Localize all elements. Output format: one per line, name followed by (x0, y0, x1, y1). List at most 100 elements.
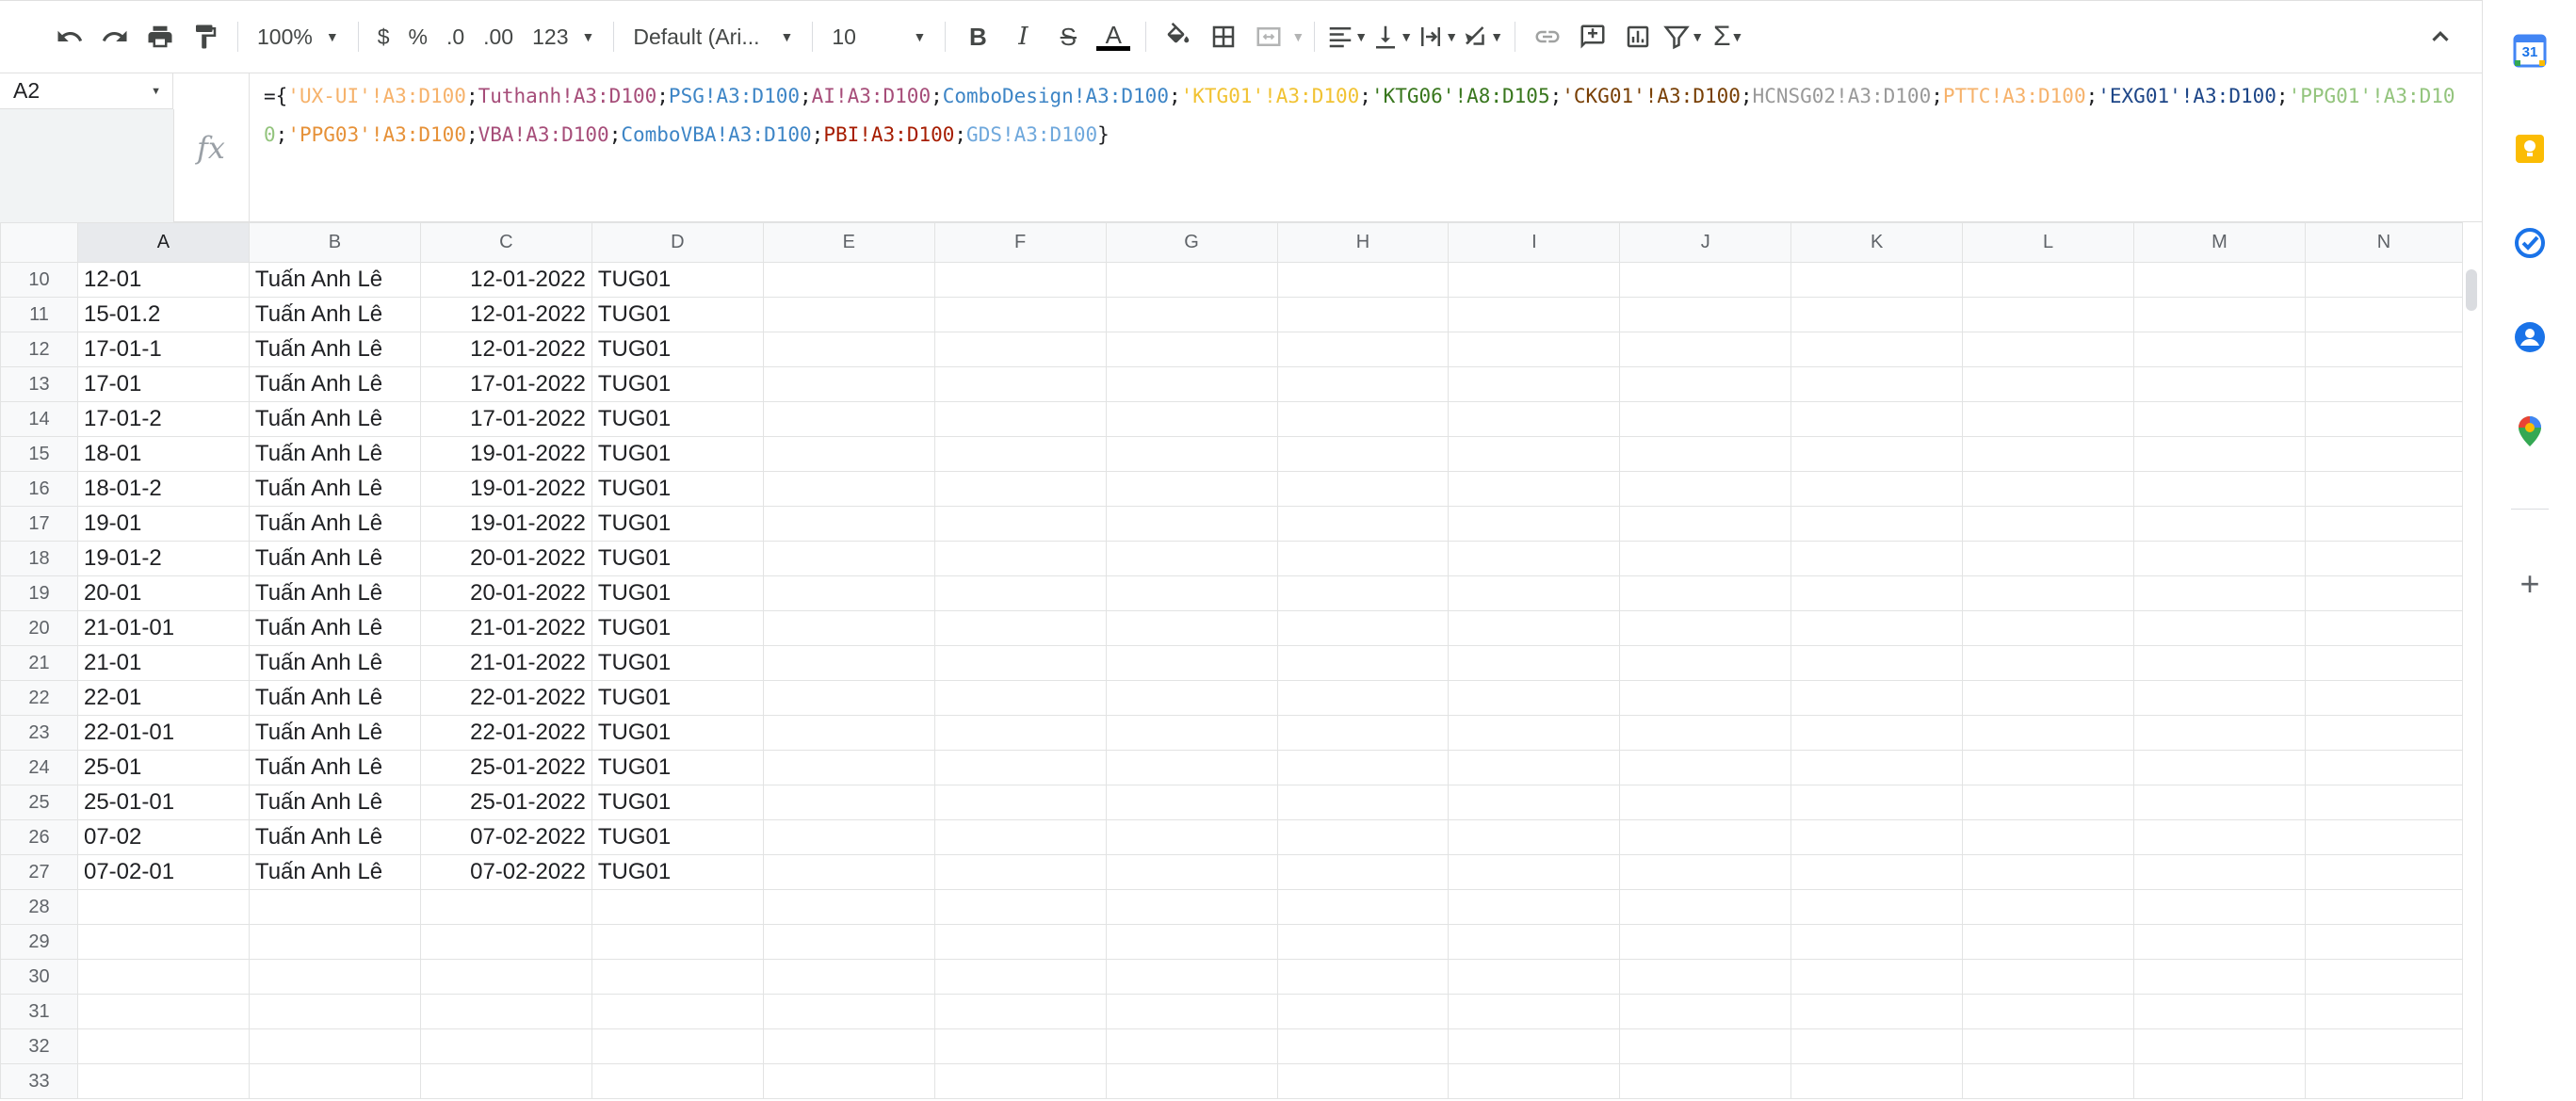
cell-empty[interactable] (2133, 541, 2306, 576)
vertical-align-icon[interactable]: ▼ (1369, 14, 1415, 59)
cell-empty[interactable] (2304, 750, 2463, 785)
cell-empty[interactable] (1448, 715, 1621, 751)
cell-empty[interactable] (2304, 819, 2463, 855)
cell-empty[interactable] (762, 332, 935, 367)
cell-empty[interactable] (762, 366, 935, 402)
cell-empty[interactable] (1276, 541, 1450, 576)
cell-empty[interactable] (1962, 680, 2135, 716)
cell-empty[interactable] (762, 1063, 935, 1099)
cell-empty[interactable] (2304, 506, 2463, 542)
cell-empty[interactable] (1790, 401, 1964, 437)
cell-empty[interactable] (1276, 854, 1450, 890)
cell-empty[interactable] (1276, 750, 1450, 785)
select-all-corner[interactable] (0, 222, 78, 263)
cell-empty[interactable] (2133, 401, 2306, 437)
cell-d[interactable]: TUG01 (591, 750, 764, 785)
cell-empty[interactable] (933, 750, 1107, 785)
cell-empty[interactable] (1962, 541, 2135, 576)
cell-empty[interactable] (1105, 1028, 1278, 1064)
cell-b[interactable]: Tuấn Anh Lê (248, 610, 421, 646)
cell-c[interactable]: 21-01-2022 (419, 645, 592, 681)
row-header[interactable]: 28 (0, 889, 78, 925)
cell-empty[interactable] (1276, 819, 1450, 855)
cell-empty[interactable] (1276, 506, 1450, 542)
cell-empty[interactable] (1619, 575, 1792, 611)
cell-a[interactable]: 22-01-01 (76, 715, 250, 751)
cell-a[interactable] (76, 924, 250, 960)
cell-empty[interactable] (762, 1028, 935, 1064)
cell-empty[interactable] (1448, 610, 1621, 646)
cell-empty[interactable] (933, 889, 1107, 925)
cell-c[interactable] (419, 1063, 592, 1099)
cell-c[interactable]: 22-01-2022 (419, 715, 592, 751)
cell-a[interactable]: 17-01 (76, 366, 250, 402)
name-box[interactable]: A2 ▼ (0, 73, 173, 109)
cell-c[interactable]: 21-01-2022 (419, 610, 592, 646)
cell-empty[interactable] (1105, 1063, 1278, 1099)
row-header[interactable]: 14 (0, 401, 78, 437)
cell-empty[interactable] (1962, 297, 2135, 332)
cell-d[interactable]: TUG01 (591, 506, 764, 542)
cell-empty[interactable] (1105, 715, 1278, 751)
cell-empty[interactable] (762, 401, 935, 437)
cell-empty[interactable] (1619, 401, 1792, 437)
cell-empty[interactable] (2304, 1028, 2463, 1064)
cell-empty[interactable] (1962, 471, 2135, 507)
row-header[interactable]: 18 (0, 541, 78, 576)
cell-empty[interactable] (2304, 1063, 2463, 1099)
cell-c[interactable]: 19-01-2022 (419, 471, 592, 507)
cell-d[interactable] (591, 924, 764, 960)
cell-empty[interactable] (1448, 750, 1621, 785)
cell-empty[interactable] (1790, 541, 1964, 576)
cell-empty[interactable] (2133, 1063, 2306, 1099)
cell-c[interactable] (419, 889, 592, 925)
row-header[interactable]: 27 (0, 854, 78, 890)
cell-empty[interactable] (1619, 541, 1792, 576)
cell-empty[interactable] (1448, 785, 1621, 820)
cell-empty[interactable] (1962, 889, 2135, 925)
cell-empty[interactable] (1790, 785, 1964, 820)
cell-empty[interactable] (1962, 854, 2135, 890)
cell-b[interactable]: Tuấn Anh Lê (248, 436, 421, 472)
cell-empty[interactable] (2304, 785, 2463, 820)
functions-icon[interactable]: Σ ▼ (1706, 14, 1751, 59)
cell-c[interactable]: 12-01-2022 (419, 297, 592, 332)
cell-empty[interactable] (1276, 785, 1450, 820)
cell-empty[interactable] (762, 750, 935, 785)
column-header-n[interactable]: N (2304, 222, 2463, 263)
cell-empty[interactable] (1962, 750, 2135, 785)
cell-b[interactable]: Tuấn Anh Lê (248, 854, 421, 890)
cell-empty[interactable] (1105, 680, 1278, 716)
cell-empty[interactable] (933, 366, 1107, 402)
row-header[interactable]: 20 (0, 610, 78, 646)
borders-icon[interactable] (1201, 14, 1246, 59)
cell-empty[interactable] (1448, 1028, 1621, 1064)
cell-empty[interactable] (2133, 506, 2306, 542)
cell-a[interactable]: 19-01 (76, 506, 250, 542)
cell-empty[interactable] (1105, 959, 1278, 995)
cell-b[interactable]: Tuấn Anh Lê (248, 506, 421, 542)
cell-empty[interactable] (1105, 541, 1278, 576)
cell-empty[interactable] (762, 436, 935, 472)
cell-empty[interactable] (1448, 401, 1621, 437)
cell-a[interactable]: 17-01-1 (76, 332, 250, 367)
row-header[interactable]: 17 (0, 506, 78, 542)
cell-empty[interactable] (1448, 854, 1621, 890)
cell-empty[interactable] (1276, 994, 1450, 1029)
cell-empty[interactable] (1276, 575, 1450, 611)
cell-empty[interactable] (1790, 1028, 1964, 1064)
cell-empty[interactable] (1105, 645, 1278, 681)
cell-empty[interactable] (1790, 436, 1964, 472)
column-header-l[interactable]: L (1962, 222, 2135, 263)
tasks-icon[interactable] (2509, 222, 2551, 264)
cell-empty[interactable] (933, 785, 1107, 820)
cell-empty[interactable] (762, 959, 935, 995)
cell-empty[interactable] (1276, 1028, 1450, 1064)
cell-empty[interactable] (933, 575, 1107, 611)
cell-a[interactable]: 25-01-01 (76, 785, 250, 820)
cell-empty[interactable] (762, 541, 935, 576)
cell-empty[interactable] (1276, 680, 1450, 716)
cell-empty[interactable] (1962, 401, 2135, 437)
chevron-down-icon[interactable]: ▼ (1291, 29, 1304, 44)
column-header-d[interactable]: D (591, 222, 764, 263)
